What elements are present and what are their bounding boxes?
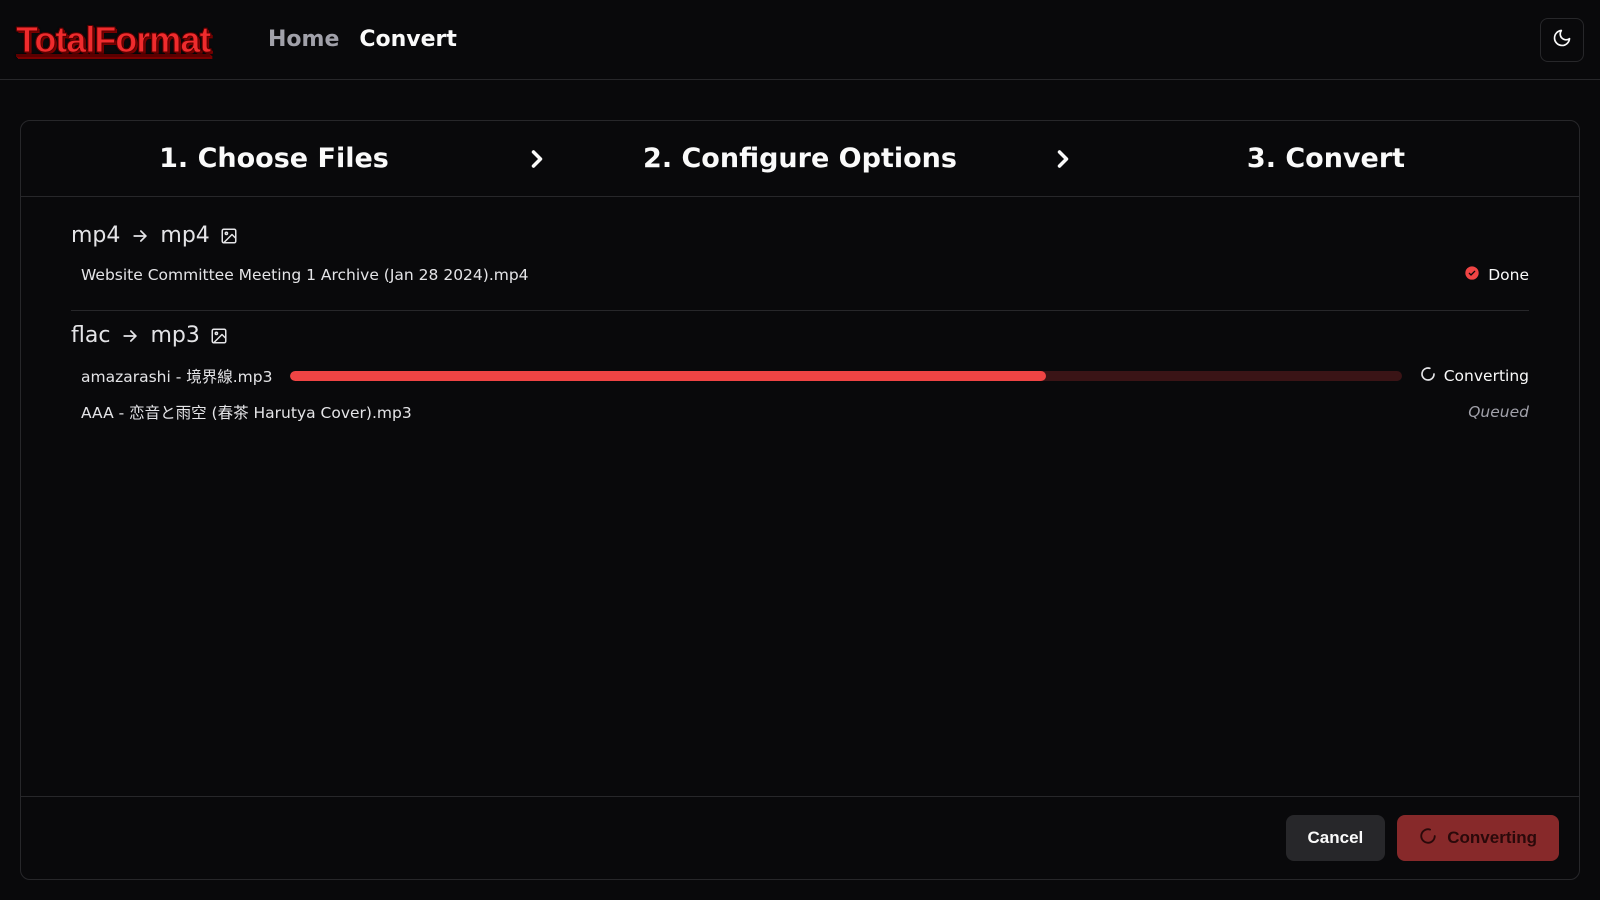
format-from: flac bbox=[71, 323, 110, 348]
file-list: mp4 mp4 Website Committee Meeting 1 Arch… bbox=[21, 197, 1579, 796]
conversion-group: mp4 mp4 Website Committee Meeting 1 Arch… bbox=[71, 211, 1529, 311]
progress-bar bbox=[290, 371, 1401, 381]
image-icon bbox=[220, 227, 238, 245]
convert-button[interactable]: Converting bbox=[1397, 815, 1559, 861]
conversion-group: flac mp3 amazarashi - 境界線.mp3 bbox=[71, 311, 1529, 448]
chevron-right-icon bbox=[517, 145, 557, 173]
file-row: AAA - 恋音と雨空 (春茶 Harutya Cover).mp3 Queue… bbox=[71, 394, 1529, 430]
chevron-right-icon bbox=[1043, 145, 1083, 173]
wizard-steps: 1. Choose Files 2. Configure Options 3. … bbox=[21, 121, 1579, 197]
status-label: Converting bbox=[1444, 367, 1529, 385]
status-queued: Queued bbox=[1429, 403, 1529, 421]
group-header: mp4 mp4 bbox=[71, 223, 1529, 248]
cancel-button[interactable]: Cancel bbox=[1286, 815, 1386, 861]
nav-home[interactable]: Home bbox=[268, 27, 339, 52]
group-header: flac mp3 bbox=[71, 323, 1529, 348]
progress-bar-fill bbox=[290, 371, 1046, 381]
logo-text: TotalFormat bbox=[16, 19, 210, 61]
app-header: TotalFormat Home Convert bbox=[0, 0, 1600, 80]
step-3[interactable]: 3. Convert bbox=[1083, 143, 1569, 174]
status-done: Done bbox=[1429, 265, 1529, 285]
format-to: mp3 bbox=[150, 323, 199, 348]
status-label: Queued bbox=[1468, 403, 1529, 421]
logo[interactable]: TotalFormat bbox=[16, 18, 250, 62]
file-row: Website Committee Meeting 1 Archive (Jan… bbox=[71, 258, 1529, 292]
file-name: AAA - 恋音と雨空 (春茶 Harutya Cover).mp3 bbox=[81, 401, 412, 423]
nav-convert[interactable]: Convert bbox=[359, 27, 457, 52]
status-converting: Converting bbox=[1420, 366, 1529, 386]
file-row: amazarashi - 境界線.mp3 Converting bbox=[71, 358, 1529, 394]
file-name: Website Committee Meeting 1 Archive (Jan… bbox=[81, 266, 529, 284]
loader-icon bbox=[1420, 366, 1436, 386]
convert-panel: 1. Choose Files 2. Configure Options 3. … bbox=[20, 120, 1580, 880]
format-to: mp4 bbox=[160, 223, 209, 248]
format-from: mp4 bbox=[71, 223, 120, 248]
arrow-right-icon bbox=[120, 326, 140, 346]
panel-footer: Cancel Converting bbox=[21, 796, 1579, 879]
moon-icon bbox=[1552, 28, 1572, 51]
theme-toggle-button[interactable] bbox=[1540, 18, 1584, 62]
check-circle-icon bbox=[1464, 265, 1480, 285]
step-1[interactable]: 1. Choose Files bbox=[31, 143, 517, 174]
file-name: amazarashi - 境界線.mp3 bbox=[81, 365, 272, 387]
step-2[interactable]: 2. Configure Options bbox=[557, 143, 1043, 174]
top-nav: Home Convert bbox=[268, 27, 457, 52]
image-icon bbox=[210, 327, 228, 345]
convert-button-label: Converting bbox=[1447, 828, 1537, 848]
loader-icon bbox=[1419, 827, 1437, 850]
arrow-right-icon bbox=[130, 226, 150, 246]
status-label: Done bbox=[1488, 266, 1529, 284]
